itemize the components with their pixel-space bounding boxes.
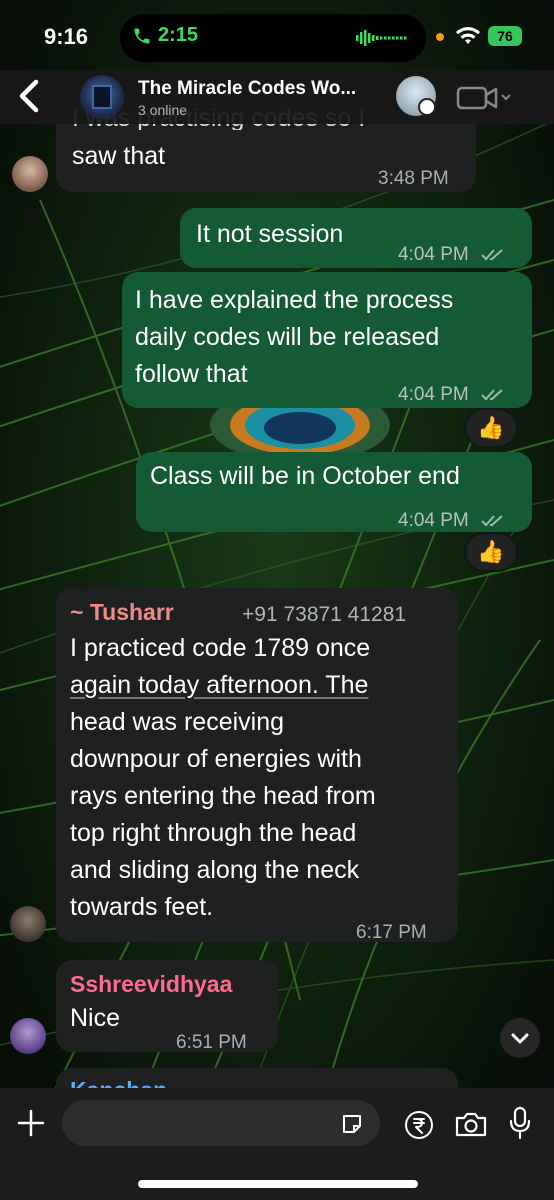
microphone-icon[interactable] <box>508 1106 532 1140</box>
read-ticks-icon <box>481 249 503 261</box>
message-line: again today afternoon. The <box>70 667 368 704</box>
online-count: 3 online <box>138 102 188 118</box>
sender-avatar[interactable] <box>10 1018 46 1054</box>
message-line: daily codes will be released <box>135 323 440 351</box>
clock: 9:16 <box>44 24 89 49</box>
rupee-payment-icon[interactable] <box>404 1110 434 1140</box>
wifi-icon <box>456 27 480 44</box>
back-chevron-icon[interactable] <box>14 78 48 114</box>
status-bar: 9:16 2:15 76 <box>0 0 554 72</box>
sender-avatar[interactable] <box>12 156 48 192</box>
sender-name[interactable]: Kanchan <box>70 1072 167 1088</box>
audio-wave-icon <box>356 30 407 46</box>
scroll-to-bottom-button[interactable] <box>500 1018 540 1058</box>
message-time: 4:04 PM <box>398 244 469 265</box>
read-ticks-icon <box>481 515 503 527</box>
privacy-indicator-icon <box>436 33 444 41</box>
message-time: 4:04 PM <box>398 510 469 531</box>
message-bubble[interactable]: I have explained the process daily codes… <box>122 272 532 408</box>
message-line: I have explained the process <box>135 286 454 314</box>
message-text: Nice <box>70 1004 121 1032</box>
message-time: 6:17 PM <box>356 922 427 943</box>
reaction-thumbs-up[interactable]: 👍 <box>464 532 518 572</box>
message-text: It not session <box>196 220 344 248</box>
message-line: rays entering the head from <box>70 782 376 810</box>
message-time: 6:51 PM <box>176 1032 247 1053</box>
message-line: downpour of energies with <box>70 745 362 773</box>
check-badge-icon <box>418 98 436 116</box>
read-ticks-icon <box>481 389 503 401</box>
sender-avatar[interactable] <box>10 906 46 942</box>
message-bubble[interactable]: Sshreevidhyaa Nice 6:51 PM <box>56 960 278 1053</box>
group-avatar[interactable] <box>80 75 124 119</box>
phone-icon <box>134 28 150 43</box>
message-input[interactable] <box>62 1100 380 1146</box>
chevron-down-icon <box>511 1033 529 1044</box>
message-time: 4:04 PM <box>398 384 469 405</box>
message-bubble[interactable]: Class will be in October end 4:04 PM <box>136 452 532 532</box>
message-text: saw that <box>72 142 166 170</box>
sender-name[interactable]: Sshreevidhyaa <box>70 966 232 1003</box>
sender-phone: +91 73871 41281 <box>242 603 407 626</box>
message-bubble[interactable]: It not session 4:04 PM <box>180 208 532 268</box>
call-duration: 2:15 <box>158 24 199 46</box>
message-time: 3:48 PM <box>378 168 449 189</box>
message-line: towards feet. <box>70 893 214 921</box>
ongoing-call-indicator[interactable]: 2:15 <box>132 24 198 47</box>
group-title[interactable]: The Miracle Codes Wo... <box>138 78 388 100</box>
reaction-thumbs-up[interactable]: 👍 <box>464 408 518 448</box>
message-line-text: again today afternoon. The <box>70 671 369 699</box>
message-line: I practiced code 1789 once <box>70 634 371 662</box>
home-indicator[interactable] <box>138 1180 418 1188</box>
message-bubble[interactable]: ~ Tusharr +91 73871 41281 I practiced co… <box>56 588 458 943</box>
message-bubble[interactable]: Kanchan <box>56 1068 458 1088</box>
message-line: head was receiving <box>70 708 285 736</box>
message-text: Class will be in October end <box>150 462 460 490</box>
chat-header: The Miracle Codes Wo... 3 online <box>0 70 554 124</box>
camera-icon[interactable] <box>454 1110 488 1138</box>
video-call-icon[interactable] <box>456 84 512 112</box>
plus-icon[interactable] <box>16 1108 46 1138</box>
battery-icon: 76 <box>488 26 522 46</box>
message-line: follow that <box>135 360 248 388</box>
message-line: and sliding along the neck <box>70 856 360 884</box>
message-line: top right through the head <box>70 819 357 847</box>
sticker-icon[interactable] <box>340 1112 364 1136</box>
sender-name[interactable]: ~ Tusharr <box>70 594 174 631</box>
